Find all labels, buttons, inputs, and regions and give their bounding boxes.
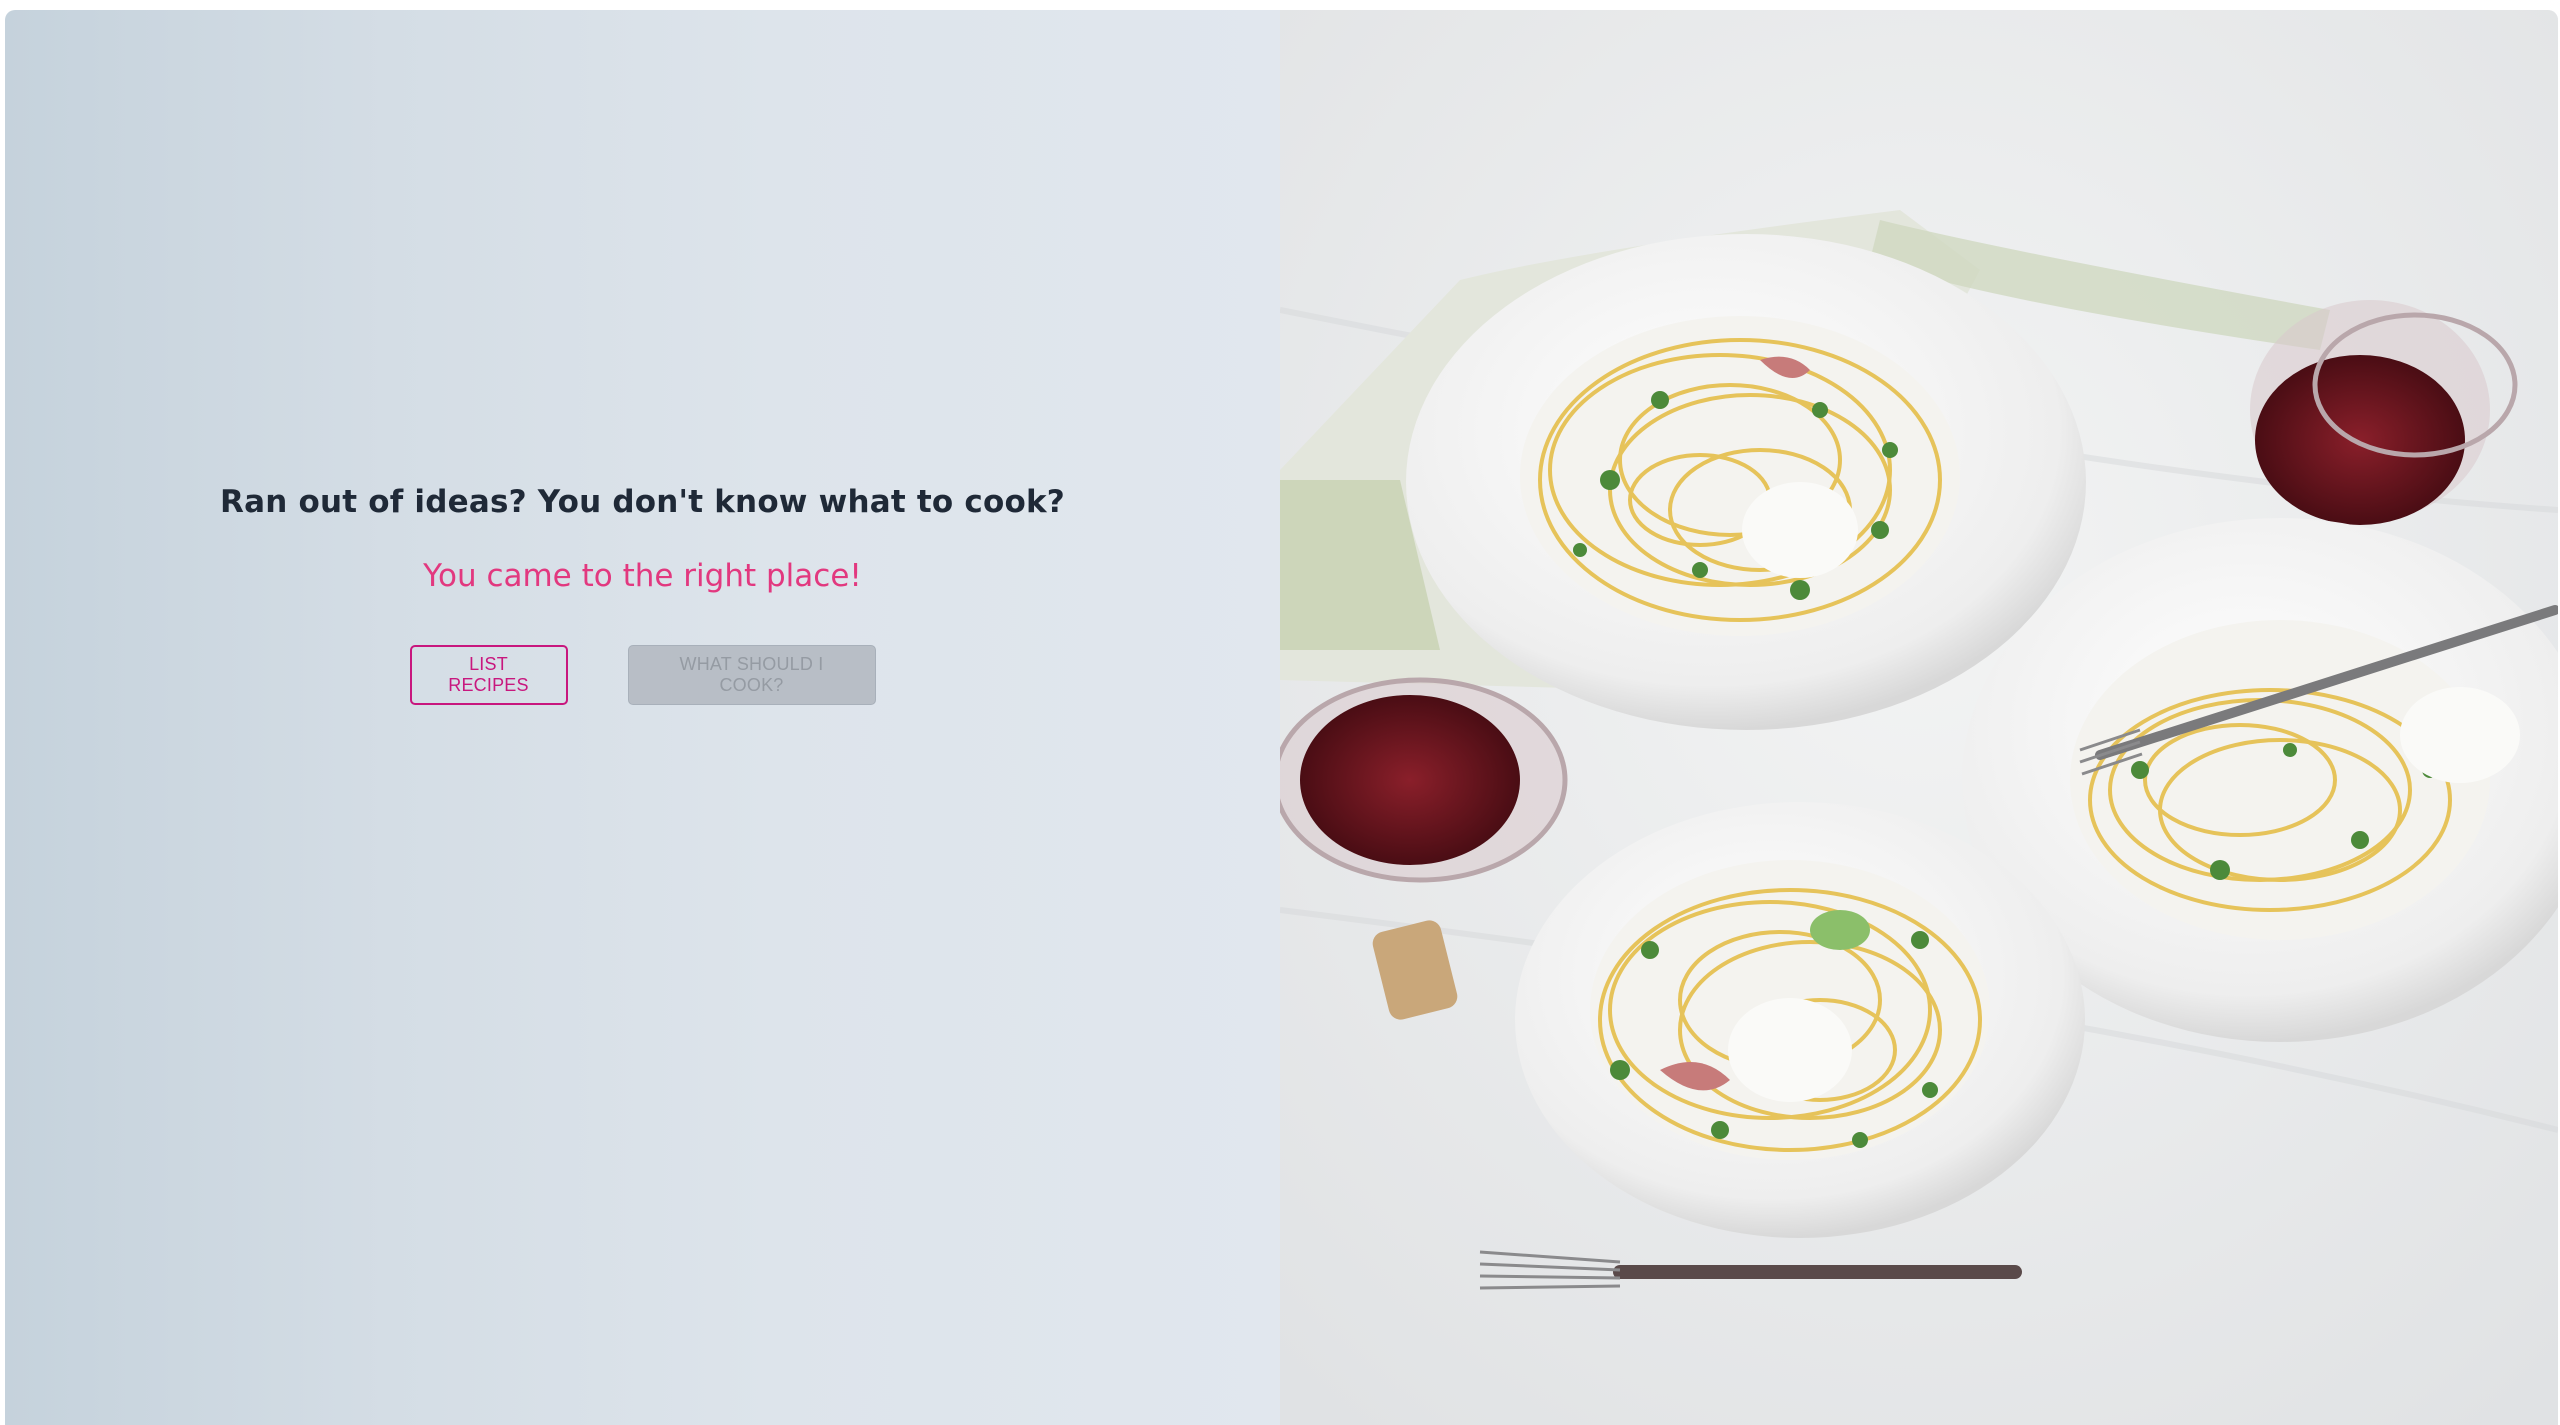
hero-headline: Ran out of ideas? You don't know what to… xyxy=(220,484,1065,520)
avocado-bottom xyxy=(1810,910,1870,950)
wine-right xyxy=(2255,355,2465,525)
food-photo-panel xyxy=(1280,10,2558,1425)
hero-panel: Ran out of ideas? You don't know what to… xyxy=(5,10,1280,1425)
burrata-top xyxy=(1742,482,1858,578)
plate-top-well xyxy=(1520,316,1960,636)
app-frame: Ran out of ideas? You don't know what to… xyxy=(5,10,2558,1425)
burrata-bottom xyxy=(1728,998,1852,1102)
hero-subheadline: You came to the right place! xyxy=(423,558,862,595)
plate-right-well xyxy=(2070,620,2490,940)
hero-actions: LIST RECIPES WHAT SHOULD I COOK? xyxy=(409,644,876,705)
list-recipes-button[interactable]: LIST RECIPES xyxy=(409,644,568,705)
wine-left xyxy=(1300,695,1520,865)
burrata-right xyxy=(2400,687,2520,783)
hero-content: Ran out of ideas? You don't know what to… xyxy=(5,482,1280,705)
pasta-dinner-photo xyxy=(1280,10,2558,1425)
what-should-i-cook-button[interactable]: WHAT SHOULD I COOK? xyxy=(627,644,876,705)
